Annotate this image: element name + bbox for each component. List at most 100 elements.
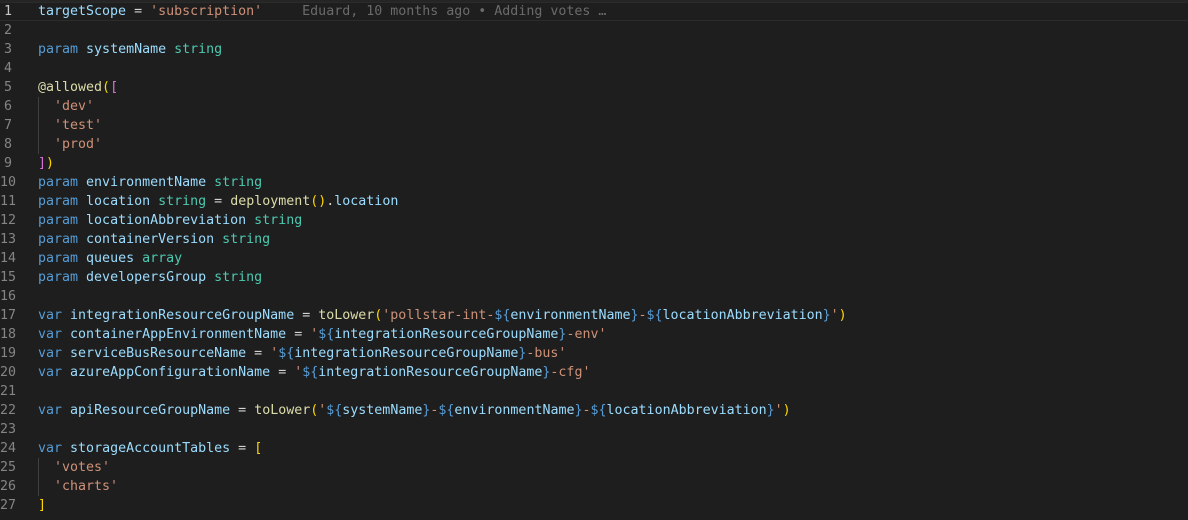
code-token: -bus' bbox=[526, 346, 567, 361]
code-token: param bbox=[38, 251, 79, 266]
git-blame-annotation: Eduard, 10 months ago • Adding votes … bbox=[302, 4, 607, 19]
code-line[interactable]: 18 var containerAppEnvironmentName = '${i… bbox=[0, 325, 1188, 344]
code-token: locationAbbreviation bbox=[606, 403, 767, 418]
code-text: var containerAppEnvironmentName = '${int… bbox=[38, 325, 606, 344]
code-token: toLower bbox=[318, 308, 375, 323]
code-token: environmentName bbox=[86, 175, 207, 190]
code-token: var bbox=[38, 441, 63, 456]
code-line[interactable]: 24 var storageAccountTables = [ bbox=[0, 439, 1188, 458]
code-text: param locationAbbreviation string bbox=[38, 211, 302, 230]
code-line[interactable]: 6 'dev' bbox=[0, 97, 1188, 116]
code-token: 'charts' bbox=[54, 479, 119, 494]
code-token: ${ bbox=[590, 403, 607, 418]
code-token: ${ bbox=[494, 308, 511, 323]
code-text: var storageAccountTables = [ bbox=[38, 439, 262, 458]
code-token: string bbox=[254, 213, 303, 228]
code-token: = bbox=[270, 365, 295, 380]
code-line[interactable]: 9]) bbox=[0, 154, 1188, 173]
code-token: string bbox=[214, 270, 263, 285]
code-token: () bbox=[310, 194, 327, 209]
code-line[interactable]: 22 var apiResourceGroupName = toLower('${… bbox=[0, 401, 1188, 420]
code-line[interactable]: 16 bbox=[0, 287, 1188, 306]
code-token: queues bbox=[86, 251, 135, 266]
code-token: } bbox=[630, 308, 639, 323]
code-line[interactable]: 17 var integrationResourceGroupName = toL… bbox=[0, 306, 1188, 325]
code-line[interactable]: 8 'prod' bbox=[0, 135, 1188, 154]
line-number: 16 bbox=[0, 289, 17, 304]
code-token: containerVersion bbox=[86, 232, 215, 247]
code-text: ] bbox=[38, 496, 46, 515]
code-token: storageAccountTables bbox=[70, 441, 231, 456]
code-line[interactable]: 25 'votes' bbox=[0, 458, 1188, 477]
code-token: } bbox=[766, 403, 775, 418]
code-token: location bbox=[334, 194, 399, 209]
code-line[interactable]: 2 bbox=[0, 21, 1188, 40]
code-token: 'votes' bbox=[54, 460, 111, 475]
line-number: 27 bbox=[0, 498, 17, 513]
code-line[interactable]: 20 var azureAppConfigurationName = '${int… bbox=[0, 363, 1188, 382]
code-line[interactable]: 12 param locationAbbreviation string bbox=[0, 211, 1188, 230]
code-text: targetScope = 'subscription' Eduard, 10 m… bbox=[38, 3, 606, 20]
code-line[interactable]: 15 param developersGroup string bbox=[0, 268, 1188, 287]
code-token: param bbox=[38, 194, 79, 209]
code-line[interactable]: 3 param systemName string bbox=[0, 40, 1188, 59]
code-token: string bbox=[158, 194, 207, 209]
code-token: apiResourceGroupName bbox=[70, 403, 231, 418]
line-number: 13 bbox=[0, 232, 17, 247]
line-number: 22 bbox=[0, 403, 17, 418]
code-line[interactable]: 23 bbox=[0, 420, 1188, 439]
code-line[interactable]: 19 var serviceBusResourceName = '${integr… bbox=[0, 344, 1188, 363]
code-token: ] bbox=[38, 498, 47, 513]
code-line[interactable]: 5 @allowed([ bbox=[0, 78, 1188, 97]
code-line[interactable]: 1 targetScope = 'subscription' Eduard, 10 … bbox=[0, 2, 1188, 21]
code-editor[interactable]: 1 targetScope = 'subscription' Eduard, 10 … bbox=[0, 0, 1188, 520]
code-line[interactable]: 27] bbox=[0, 496, 1188, 515]
code-line[interactable]: 26 'charts' bbox=[0, 477, 1188, 496]
code-text: var integrationResourceGroupName = toLow… bbox=[38, 306, 847, 325]
code-text: ]) bbox=[38, 154, 54, 173]
code-line[interactable]: 10 param environmentName string bbox=[0, 173, 1188, 192]
code-text: param environmentName string bbox=[38, 173, 262, 192]
line-number: 26 bbox=[0, 479, 17, 494]
line-number: 11 bbox=[0, 194, 17, 209]
code-token: ${ bbox=[278, 346, 295, 361]
code-token: ${ bbox=[438, 403, 455, 418]
line-number: 21 bbox=[0, 384, 17, 399]
code-line[interactable]: 11 param location string = deployment().l… bbox=[0, 192, 1188, 211]
line-number: 14 bbox=[0, 251, 17, 266]
code-token: environmentName bbox=[454, 403, 575, 418]
code-token: } bbox=[822, 308, 831, 323]
code-token: [ bbox=[254, 441, 263, 456]
code-token: locationAbbreviation bbox=[662, 308, 823, 323]
code-line[interactable]: 21 bbox=[0, 382, 1188, 401]
line-number: 24 bbox=[0, 441, 17, 456]
code-token: param bbox=[38, 175, 79, 190]
code-token: ) bbox=[46, 156, 55, 171]
code-token: serviceBusResourceName bbox=[70, 346, 247, 361]
code-line[interactable]: 13 param containerVersion string bbox=[0, 230, 1188, 249]
code-token: systemName bbox=[342, 403, 423, 418]
code-line[interactable]: 4 bbox=[0, 59, 1188, 78]
code-text: 'votes' bbox=[38, 458, 110, 477]
code-token: = bbox=[206, 194, 231, 209]
line-number: 17 bbox=[0, 308, 17, 323]
code-token: ' bbox=[774, 403, 783, 418]
code-line[interactable]: 14 param queues array bbox=[0, 249, 1188, 268]
code-line[interactable]: 7 'test' bbox=[0, 116, 1188, 135]
code-text: 'test' bbox=[38, 116, 102, 135]
code-token: ' bbox=[830, 308, 839, 323]
line-number: 25 bbox=[0, 460, 17, 475]
